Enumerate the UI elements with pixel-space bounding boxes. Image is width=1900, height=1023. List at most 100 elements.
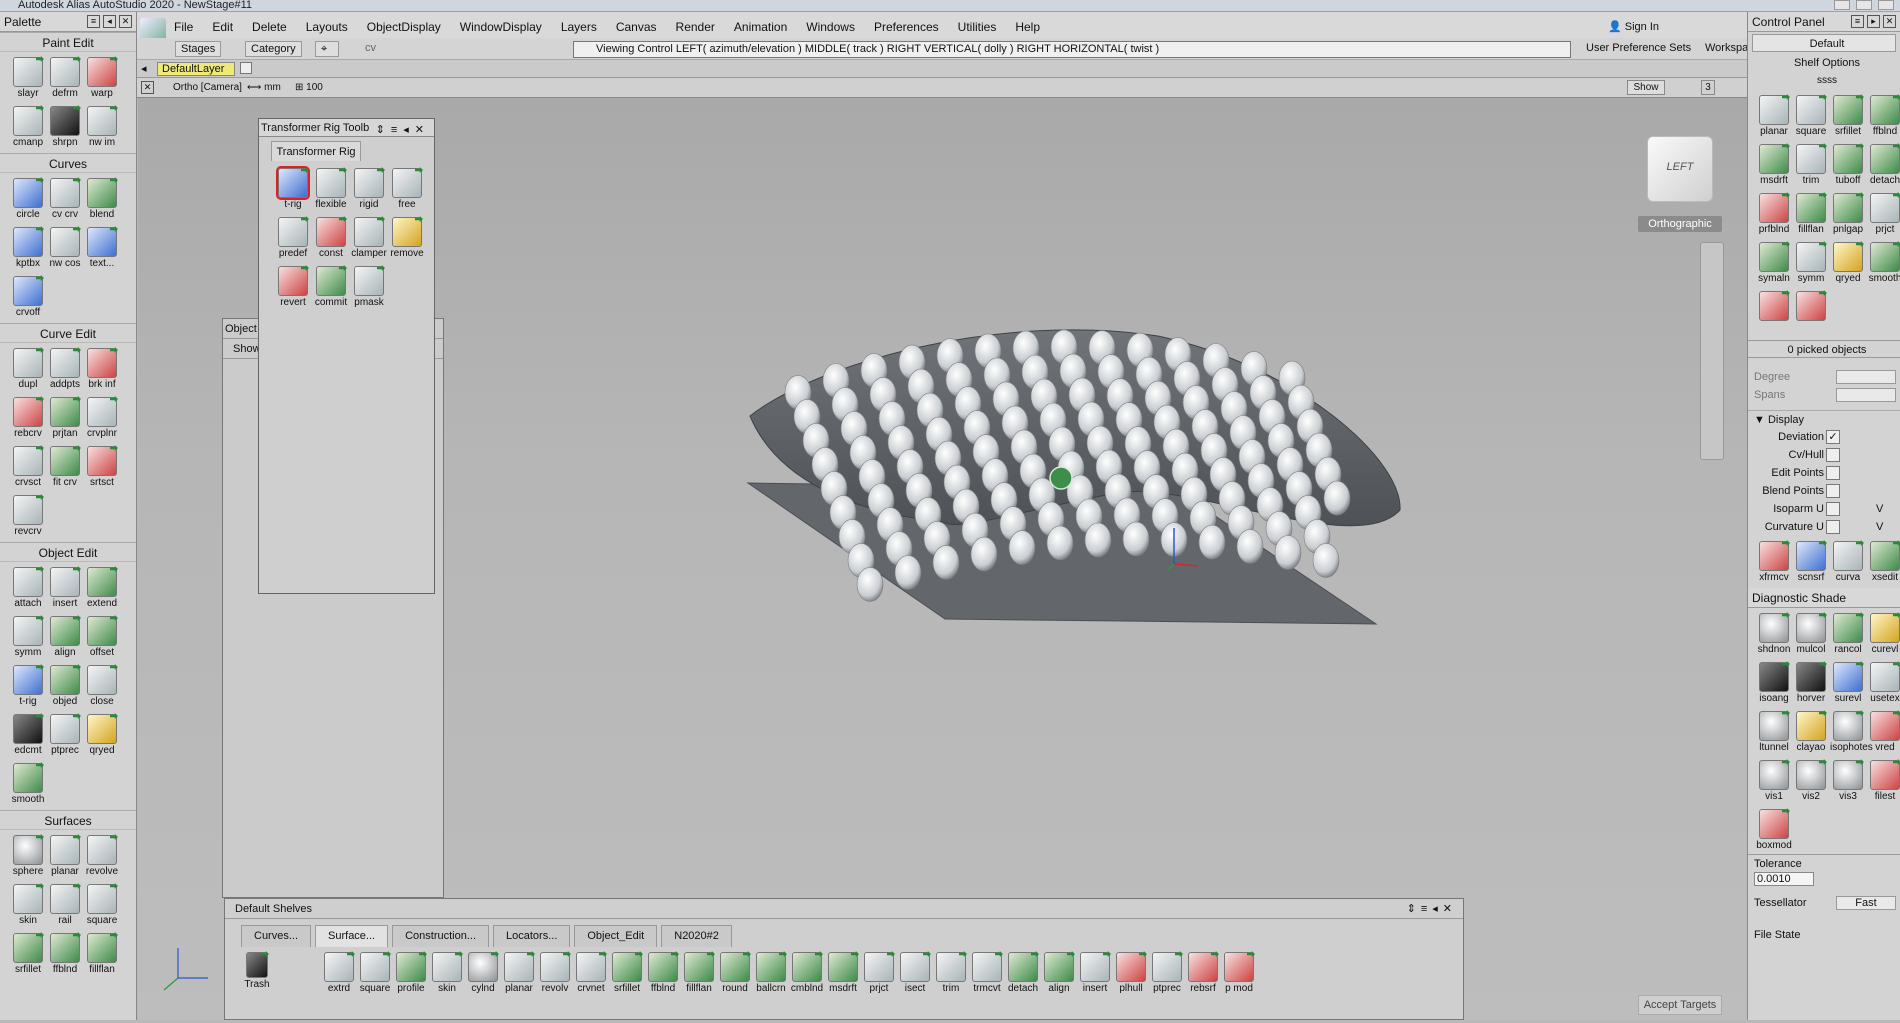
display-row-checkbox[interactable] xyxy=(1826,466,1840,480)
ptprec-tool-button[interactable]: ptprec xyxy=(47,711,83,759)
qryed-tool-button[interactable]: qryed xyxy=(1830,239,1866,287)
objed-tool-button[interactable]: objed xyxy=(47,662,83,710)
nw-im-tool-button[interactable]: nw im xyxy=(84,103,120,151)
detach-tool-button[interactable]: detach xyxy=(1005,949,1041,995)
palette-close-icon[interactable]: ✕ xyxy=(119,15,132,28)
menu-help[interactable]: Help xyxy=(1015,20,1040,34)
cv-crv-tool-button[interactable]: cv crv xyxy=(47,175,83,223)
filest-tool-button[interactable]: filest xyxy=(1867,757,1900,805)
commit-tool-button[interactable]: commit xyxy=(313,263,349,310)
defrm-tool-button[interactable]: defrm xyxy=(47,54,83,102)
palette-section-curves[interactable]: Curves xyxy=(0,153,136,173)
fillflan-tool-button[interactable]: fillflan xyxy=(1793,190,1829,238)
symm-tool-button[interactable]: symm xyxy=(1793,239,1829,287)
rig-pivot-handle[interactable] xyxy=(1049,466,1073,490)
pmask-tool-button[interactable]: pmask xyxy=(351,263,387,310)
palette-section-paint-edit[interactable]: Paint Edit xyxy=(0,32,136,52)
user-preference-sets-button[interactable]: User Preference Sets xyxy=(1586,42,1691,54)
view-counter[interactable]: 3 xyxy=(1701,80,1715,95)
viewport-close-icon[interactable]: ✕ xyxy=(141,81,154,94)
shdnon-tool-button[interactable]: shdnon xyxy=(1756,610,1792,658)
menu-windowdisplay[interactable]: WindowDisplay xyxy=(460,20,542,34)
control-panel-expand-icon[interactable]: ▸ xyxy=(1867,15,1880,28)
close-tool-button[interactable]: close xyxy=(84,662,120,710)
extend-tool-button[interactable]: extend xyxy=(84,564,120,612)
vis1-tool-button[interactable]: vis1 xyxy=(1756,757,1792,805)
vis2-tool-button[interactable]: vis2 xyxy=(1793,757,1829,805)
rancol-tool-button[interactable]: rancol xyxy=(1830,610,1866,658)
rigid-tool-button[interactable]: rigid xyxy=(351,165,387,212)
category-button[interactable]: Category xyxy=(245,41,302,57)
vis3-tool-button[interactable]: vis3 xyxy=(1830,757,1866,805)
revcrv-tool-button[interactable]: revcrv xyxy=(10,492,46,540)
ballcrn-tool-button[interactable]: ballcrn xyxy=(753,949,789,995)
insert-tool-button[interactable]: insert xyxy=(47,564,83,612)
shelf-tab-surface-[interactable]: Surface... xyxy=(315,925,389,947)
isect-tool-button[interactable]: isect xyxy=(897,949,933,995)
warp-tool-button[interactable]: warp xyxy=(84,54,120,102)
xfrmcv-tool-button[interactable]: xfrmcv xyxy=(1756,538,1792,586)
ffblnd-tool-button[interactable]: ffblnd xyxy=(47,930,83,978)
ptprec-tool-button[interactable]: ptprec xyxy=(1149,949,1185,995)
shelf-tab-object-edit[interactable]: Object_Edit xyxy=(574,925,658,947)
prjct-tool-button[interactable]: prjct xyxy=(1867,190,1900,238)
smooth-tool-button[interactable]: smooth xyxy=(1867,239,1900,287)
menu-utilities[interactable]: Utilities xyxy=(958,20,997,34)
attach-tool-button[interactable]: attach xyxy=(10,564,46,612)
extrd-tool-button[interactable]: extrd xyxy=(321,949,357,995)
align-tool-button[interactable]: align xyxy=(47,613,83,661)
display-section[interactable]: ▼ Display xyxy=(1748,410,1900,428)
crvplnr-tool-button[interactable]: crvplnr xyxy=(84,394,120,442)
layer-visibility-checkbox[interactable] xyxy=(240,62,252,74)
palette-menu-icon[interactable]: ≡ xyxy=(87,15,100,28)
remove-tool-button[interactable]: remove xyxy=(389,214,425,261)
pnlgap-tool-button[interactable]: pnlgap xyxy=(1830,190,1866,238)
surevl-tool-button[interactable]: surevl xyxy=(1830,659,1866,707)
transformer-rig-tab[interactable]: Transformer Rig xyxy=(271,141,361,161)
cmanp-tool-button[interactable]: cmanp xyxy=(10,103,46,151)
revolve-tool-button[interactable]: revolve xyxy=(84,832,120,880)
sphere-tool-button[interactable]: sphere xyxy=(10,832,46,880)
shrpn-tool-button[interactable]: shrpn xyxy=(47,103,83,151)
vred-tool-button[interactable]: vred xyxy=(1867,708,1900,756)
nw-cos-tool-button[interactable]: nw cos xyxy=(47,224,83,272)
symm-tool-button[interactable]: symm xyxy=(10,613,46,661)
toolbox-controls-icon[interactable]: ⇕≡◂✕ xyxy=(376,121,430,139)
ffblnd-tool-button[interactable]: ffblnd xyxy=(645,949,681,995)
maximize-button[interactable] xyxy=(1856,0,1872,10)
menu-render[interactable]: Render xyxy=(676,20,715,34)
const-tool-button[interactable]: const xyxy=(313,214,349,261)
dupl-tool-button[interactable]: dupl xyxy=(10,345,46,393)
isoang-tool-button[interactable]: isoang xyxy=(1756,659,1792,707)
free-tool-button[interactable]: free xyxy=(389,165,425,212)
horver-tool-button[interactable]: horver xyxy=(1793,659,1829,707)
planar-tool-button[interactable]: planar xyxy=(47,832,83,880)
square-tool-button[interactable]: square xyxy=(1793,92,1829,140)
isophotes-tool-button[interactable]: isophotes xyxy=(1830,708,1873,756)
shelf-tab-curves-[interactable]: Curves... xyxy=(241,925,312,947)
show-button[interactable]: Show xyxy=(1627,80,1665,95)
display-row-checkbox[interactable] xyxy=(1826,484,1840,498)
skin-tool-button[interactable]: skin xyxy=(429,949,465,995)
menu-animation[interactable]: Animation xyxy=(734,20,787,34)
shelf-tab-n2020-2[interactable]: N2020#2 xyxy=(661,925,732,947)
trmcvt-tool-button[interactable]: trmcvt xyxy=(969,949,1005,995)
fillflan-tool-button[interactable]: fillflan xyxy=(681,949,717,995)
cylnd-tool-button[interactable]: cylnd xyxy=(465,949,501,995)
preset-dropdown[interactable]: Default xyxy=(1752,34,1896,52)
tessellator-dropdown[interactable]: Fast xyxy=(1836,896,1896,910)
crvnet-tool-button[interactable]: crvnet xyxy=(573,949,609,995)
menu-objectdisplay[interactable]: ObjectDisplay xyxy=(367,20,441,34)
menu-canvas[interactable]: Canvas xyxy=(616,20,657,34)
rail-tool-button[interactable]: rail xyxy=(47,881,83,929)
t-rig-tool-button[interactable]: t-rig xyxy=(10,662,46,710)
slayr-tool-button[interactable]: slayr xyxy=(10,54,46,102)
file-state-row[interactable]: File State xyxy=(1748,926,1900,944)
minimize-button[interactable] xyxy=(1834,0,1850,10)
pick-tool-icon[interactable]: ⌖ xyxy=(315,41,339,57)
clayao-tool-button[interactable]: clayao xyxy=(1793,708,1829,756)
tolerance-input[interactable]: 0.0010 xyxy=(1754,872,1814,886)
crvsct-tool-button[interactable]: crvsct xyxy=(10,443,46,491)
display-row-checkbox[interactable] xyxy=(1826,520,1840,534)
shelf-tab-construction-[interactable]: Construction... xyxy=(392,925,490,947)
